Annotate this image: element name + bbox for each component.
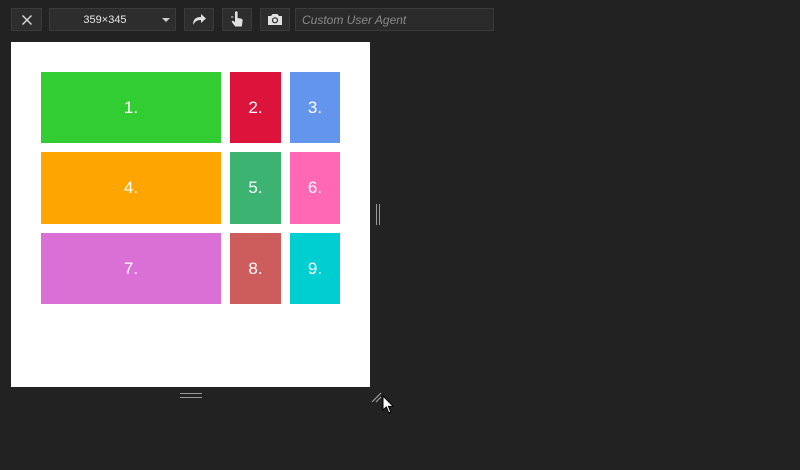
grid-item-2: 2. (230, 72, 281, 143)
grid-item-label: 9. (307, 258, 323, 278)
grid-item-label: 7. (123, 258, 139, 278)
viewport-size-value: 359×345 (83, 13, 127, 26)
grid-item-label: 3. (307, 97, 323, 117)
grid-item-label: 8. (248, 258, 263, 278)
close-icon (21, 14, 33, 26)
chevron-down-icon (162, 18, 170, 22)
grid-item-8: 8. (230, 233, 281, 304)
mouse-cursor-icon (382, 394, 395, 415)
resize-grip-icon (371, 392, 382, 403)
grid-item-label: 4. (123, 178, 139, 197)
responsive-viewport: 1. 2. 3. 4. 5. 6. 7. 8. 9. (11, 42, 370, 387)
grid-item-6: 6. (290, 152, 340, 224)
grid-item-3: 3. (290, 72, 340, 143)
touch-icon (230, 11, 244, 28)
grid-item-9: 9. (290, 233, 340, 304)
grid-item-label: 2. (248, 97, 263, 117)
grid-item-label: 1. (123, 97, 139, 117)
grid-item-7: 7. (41, 233, 221, 304)
device-size-dropdown[interactable]: 359×345 (49, 8, 176, 31)
grid-item-label: 5. (248, 178, 263, 197)
grid-item-label: 6. (307, 178, 323, 197)
grid-item-5: 5. (230, 152, 281, 224)
width-resize-handle[interactable] (376, 204, 380, 225)
screenshot-button[interactable] (260, 8, 290, 31)
grid-item-1: 1. (41, 72, 221, 143)
height-resize-handle[interactable] (180, 393, 202, 398)
rotate-button[interactable] (184, 8, 214, 31)
close-button[interactable] (11, 8, 42, 31)
user-agent-input[interactable] (295, 8, 494, 31)
corner-resize-handle[interactable] (370, 388, 382, 403)
camera-icon (267, 13, 283, 26)
rotate-icon (191, 13, 207, 27)
grid-item-4: 4. (41, 152, 221, 224)
touch-simulation-button[interactable] (222, 8, 252, 31)
